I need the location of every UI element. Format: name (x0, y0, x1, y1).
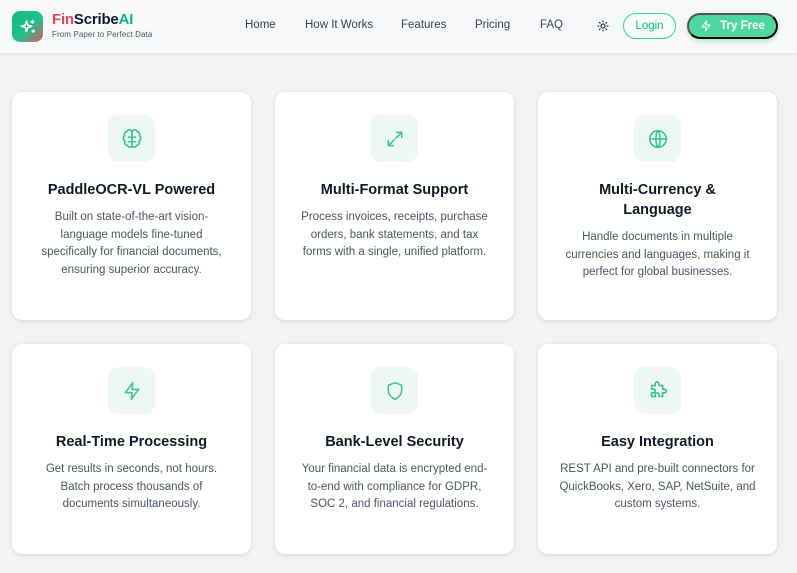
nav-link-faq[interactable]: FAQ (540, 19, 563, 31)
lightning-icon (124, 381, 139, 400)
card-icon-box (634, 115, 681, 162)
login-button[interactable]: Login (623, 13, 676, 39)
feature-card-multi-format: Multi-Format Support Process invoices, r… (275, 92, 514, 320)
feature-card-paddleocr: PaddleOCR-VL Powered Built on state-of-t… (12, 92, 251, 320)
card-description: Your financial data is encrypted end-to-… (301, 463, 488, 510)
feature-card-real-time: Real-Time Processing Get results in seco… (12, 344, 251, 554)
globe-icon (648, 129, 667, 148)
sun-icon (597, 20, 609, 32)
card-icon-box (634, 367, 681, 414)
feature-card-integration: Easy Integration REST API and pre-built … (538, 344, 777, 554)
card-title: PaddleOCR-VL Powered (47, 182, 216, 198)
card-title: Easy Integration (601, 434, 714, 450)
expand-icon (387, 131, 402, 146)
top-navbar: FinScribeAI From Paper to Perfect Data H… (0, 0, 797, 53)
card-icon-box (108, 115, 155, 162)
shield-icon (387, 381, 402, 400)
feature-card-multi-currency: Multi-Currency & Language Handle documen… (538, 92, 777, 320)
nav-link-how-it-works[interactable]: How It Works (305, 19, 373, 31)
theme-toggle-button[interactable] (595, 18, 611, 34)
card-description: Built on state-of-the-art vision-languag… (41, 211, 222, 276)
nav-link-pricing[interactable]: Pricing (475, 19, 510, 31)
card-icon-box (371, 367, 418, 414)
brand-name: FinScribeAI (52, 12, 152, 28)
card-description: REST API and pre-built connectors for Qu… (559, 463, 756, 510)
brand-name-ai: AI (118, 11, 134, 28)
brand-tagline: From Paper to Perfect Data (52, 30, 153, 39)
card-icon-box (108, 367, 155, 414)
brand-name-scribe: Scribe (73, 11, 119, 28)
sparkles-icon (20, 19, 35, 33)
card-title: Multi-Currency & Language (599, 182, 716, 218)
card-title: Multi-Format Support (320, 182, 469, 198)
card-description: Get results in seconds, not hours. Batch… (45, 463, 218, 510)
card-icon-box (371, 115, 418, 162)
feature-card-security: Bank-Level Security Your financial data … (275, 344, 514, 554)
nav-link-home[interactable]: Home (245, 19, 276, 31)
card-title: Bank-Level Security (325, 434, 464, 450)
card-title: Real-Time Processing (55, 434, 208, 450)
puzzle-icon (650, 380, 667, 397)
try-free-label: Try Free (720, 20, 765, 32)
brand-name-fin: Fin (52, 11, 74, 28)
card-description: Process invoices, receipts, purchase ord… (301, 211, 488, 258)
lightning-icon (701, 20, 711, 32)
brain-icon (122, 128, 141, 148)
try-free-button[interactable]: Try Free (687, 13, 778, 39)
nav-link-features[interactable]: Features (401, 19, 446, 31)
logo[interactable] (12, 11, 43, 42)
brand[interactable]: FinScribeAI From Paper to Perfect Data (52, 12, 153, 40)
card-description: Handle documents in multiple currencies … (565, 231, 750, 278)
